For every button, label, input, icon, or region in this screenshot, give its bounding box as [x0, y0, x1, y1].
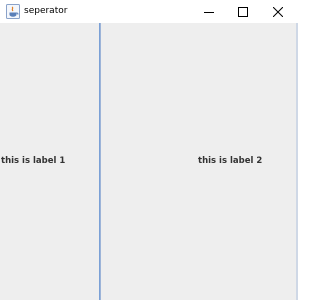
minimize-icon	[204, 7, 214, 17]
label-1: this is label 1	[1, 156, 66, 166]
window-title: seperator	[24, 6, 68, 16]
right-panel: this is label 2	[101, 23, 296, 300]
split-pane: this is label 1 this is label 2	[0, 23, 296, 300]
java-app-icon	[6, 4, 20, 19]
close-button[interactable]	[261, 0, 295, 23]
maximize-button[interactable]	[226, 0, 260, 23]
close-icon	[273, 6, 283, 17]
title-bar[interactable]: seperator	[0, 0, 298, 23]
maximize-icon	[238, 6, 248, 17]
window-right-border	[296, 23, 298, 300]
label-2: this is label 2	[198, 156, 263, 166]
minimize-button[interactable]	[192, 0, 226, 23]
app-window: seperator this is label 1 this is label …	[0, 0, 298, 300]
left-panel: this is label 1	[0, 23, 99, 300]
